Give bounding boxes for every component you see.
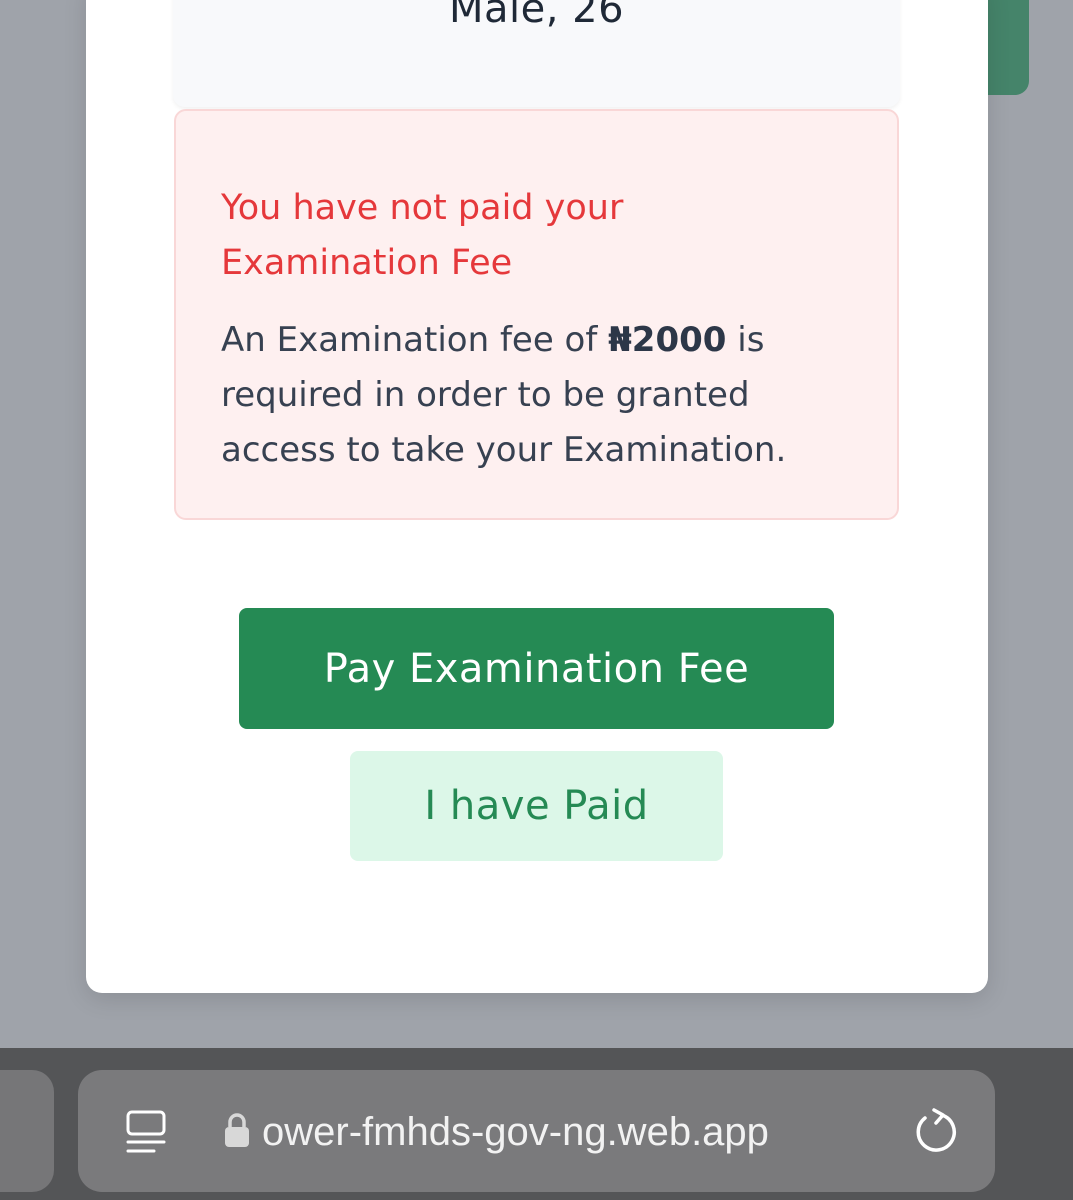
- reload-icon[interactable]: [912, 1106, 960, 1156]
- address-bar-url[interactable]: ower-fmhds-gov-ng.web.app: [262, 1104, 892, 1160]
- alert-body: An Examination fee of ₦2000 is required …: [221, 313, 857, 478]
- lock-icon: [225, 1113, 249, 1147]
- i-have-paid-button[interactable]: I have Paid: [350, 751, 723, 861]
- browser-tab-stub[interactable]: [0, 1070, 54, 1192]
- alert-title: You have not paid your Examination Fee: [221, 188, 624, 283]
- candidate-gender-age: Male, 26: [448, 0, 625, 32]
- pay-examination-fee-button[interactable]: Pay Examination Fee: [239, 608, 834, 729]
- reader-mode-icon[interactable]: [124, 1108, 168, 1156]
- fee-amount: ₦2000: [608, 320, 727, 360]
- unpaid-fee-alert: You have not paid your Examination Fee A…: [174, 109, 899, 520]
- candidate-info-card: Male, 26: [173, 0, 900, 107]
- alert-body-prefix: An Examination fee of: [221, 320, 609, 360]
